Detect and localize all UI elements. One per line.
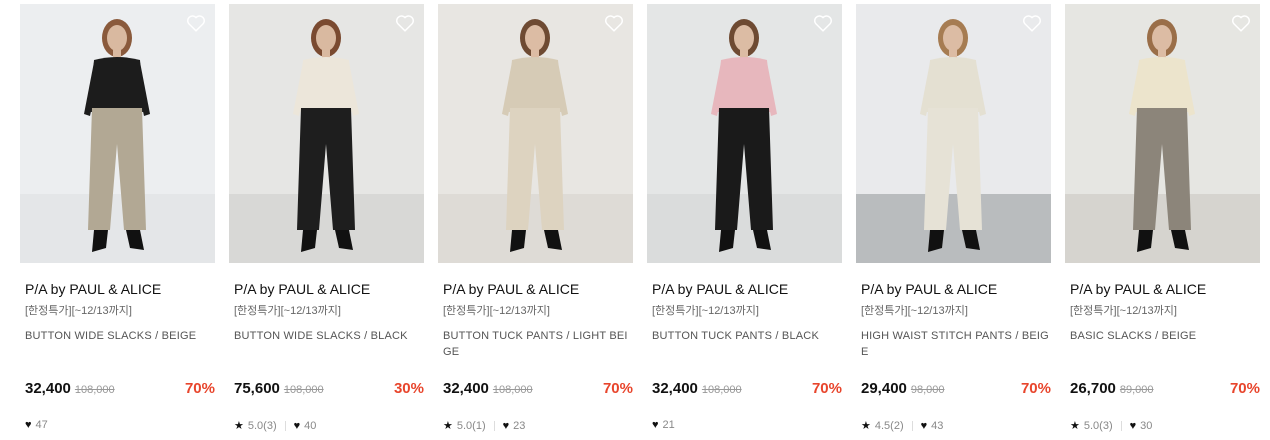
product-grid: P/A by PAUL & ALICE [한정특가][~12/13까지] BUT… — [20, 4, 1260, 432]
original-price: 108,000 — [74, 384, 115, 396]
promo-tag: [한정특가][~12/13까지] — [443, 305, 550, 317]
star-icon: ★ — [861, 420, 871, 432]
promo-tag: [한정특가][~12/13까지] — [1070, 305, 1177, 317]
heart-outline-icon[interactable] — [603, 12, 625, 34]
price-row: 29,400 98,000 70% — [861, 380, 1051, 397]
product-photo-svg — [856, 4, 1051, 263]
meta-divider — [493, 420, 495, 431]
heart-outline-icon[interactable] — [812, 12, 834, 34]
original-price: 108,000 — [283, 384, 324, 396]
product-meta: ★ 5.0(1) ♥ 23 — [443, 419, 526, 433]
product-name[interactable]: BUTTON WIDE SLACKS / BEIGE — [25, 328, 215, 360]
product-photo-svg — [1065, 4, 1260, 263]
product-meta: ★ 5.0(3) ♥ 40 — [234, 419, 317, 433]
discount-rate: 30% — [393, 380, 424, 397]
rating-value: 5.0(3) — [1083, 419, 1113, 432]
like-count: 43 — [931, 419, 944, 432]
product-image[interactable] — [229, 4, 424, 263]
product-name[interactable]: BUTTON TUCK PANTS / LIGHT BEIGE — [443, 328, 633, 360]
product-image[interactable] — [856, 4, 1051, 263]
heart-filled-icon: ♥ — [293, 419, 301, 432]
original-price: 89,000 — [1119, 384, 1154, 396]
sale-price: 32,400 — [652, 380, 698, 397]
price-row: 32,400 108,000 70% — [25, 380, 215, 397]
brand-name[interactable]: P/A by PAUL & ALICE — [861, 281, 1051, 297]
sale-price: 32,400 — [25, 380, 71, 397]
sale-price: 29,400 — [861, 380, 907, 397]
product-name[interactable]: BUTTON TUCK PANTS / BLACK — [652, 328, 842, 360]
discount-rate: 70% — [602, 380, 633, 397]
original-price: 108,000 — [701, 384, 742, 396]
product-photo-svg — [647, 4, 842, 263]
discount-rate: 70% — [184, 380, 215, 397]
brand-name[interactable]: P/A by PAUL & ALICE — [652, 281, 842, 297]
product-photo-svg — [229, 4, 424, 263]
sale-price: 75,600 — [234, 380, 280, 397]
product-photo-svg — [438, 4, 633, 263]
product-card[interactable]: P/A by PAUL & ALICE [한정특가][~12/13까지] HIG… — [856, 4, 1051, 432]
discount-rate: 70% — [811, 380, 842, 397]
product-image[interactable] — [647, 4, 842, 263]
meta-divider — [284, 420, 286, 431]
product-card[interactable]: P/A by PAUL & ALICE [한정특가][~12/13까지] BUT… — [229, 4, 424, 432]
product-card[interactable]: P/A by PAUL & ALICE [한정특가][~12/13까지] BAS… — [1065, 4, 1260, 432]
product-image[interactable] — [438, 4, 633, 263]
price-row: 26,700 89,000 70% — [1070, 380, 1260, 397]
heart-filled-icon: ♥ — [652, 419, 659, 431]
meta-divider — [911, 420, 913, 431]
brand-name[interactable]: P/A by PAUL & ALICE — [234, 281, 424, 297]
like-count: 40 — [304, 419, 317, 432]
product-meta: ★ 4.5(2) ♥ 43 — [861, 419, 944, 433]
price-row: 32,400 108,000 70% — [652, 380, 842, 397]
product-card[interactable]: P/A by PAUL & ALICE [한정특가][~12/13까지] BUT… — [438, 4, 633, 432]
discount-rate: 70% — [1229, 380, 1260, 397]
heart-filled-icon: ♥ — [920, 419, 928, 432]
like-count: 30 — [1140, 419, 1153, 432]
product-image[interactable] — [20, 4, 215, 263]
price-row: 75,600 108,000 30% — [234, 380, 424, 397]
star-icon: ★ — [1070, 420, 1080, 432]
heart-outline-icon[interactable] — [1230, 12, 1252, 34]
product-meta: ★ 5.0(3) ♥ 30 — [1070, 419, 1153, 433]
product-name[interactable]: BASIC SLACKS / BEIGE — [1070, 328, 1260, 360]
heart-filled-icon: ♥ — [1129, 419, 1137, 432]
promo-tag: [한정특가][~12/13까지] — [25, 305, 132, 317]
price-row: 32,400 108,000 70% — [443, 380, 633, 397]
original-price: 108,000 — [492, 384, 533, 396]
promo-tag: [한정특가][~12/13까지] — [652, 305, 759, 317]
like-count: 23 — [513, 419, 526, 432]
heart-outline-icon[interactable] — [1021, 12, 1043, 34]
heart-filled-icon: ♥ — [25, 419, 32, 431]
product-card[interactable]: P/A by PAUL & ALICE [한정특가][~12/13까지] BUT… — [20, 4, 215, 431]
like-count: 21 — [662, 419, 675, 431]
product-meta: ♥ 47 — [25, 419, 48, 431]
sale-price: 26,700 — [1070, 380, 1116, 397]
promo-tag: [한정특가][~12/13까지] — [234, 305, 341, 317]
brand-name[interactable]: P/A by PAUL & ALICE — [443, 281, 633, 297]
product-name[interactable]: HIGH WAIST STITCH PANTS / BEIGE — [861, 328, 1051, 360]
product-image[interactable] — [1065, 4, 1260, 263]
discount-rate: 70% — [1020, 380, 1051, 397]
rating-value: 4.5(2) — [874, 419, 904, 432]
meta-divider — [1120, 420, 1122, 431]
product-card[interactable]: P/A by PAUL & ALICE [한정특가][~12/13까지] BUT… — [647, 4, 842, 431]
star-icon: ★ — [443, 420, 453, 432]
rating-value: 5.0(3) — [247, 419, 277, 432]
original-price: 98,000 — [910, 384, 945, 396]
heart-outline-icon[interactable] — [185, 12, 207, 34]
like-count: 47 — [35, 419, 48, 431]
promo-tag: [한정특가][~12/13까지] — [861, 305, 968, 317]
sale-price: 32,400 — [443, 380, 489, 397]
rating-value: 5.0(1) — [456, 419, 486, 432]
brand-name[interactable]: P/A by PAUL & ALICE — [25, 281, 215, 297]
star-icon: ★ — [234, 420, 244, 432]
brand-name[interactable]: P/A by PAUL & ALICE — [1070, 281, 1260, 297]
product-photo-svg — [20, 4, 215, 263]
heart-outline-icon[interactable] — [394, 12, 416, 34]
product-meta: ♥ 21 — [652, 419, 675, 431]
product-name[interactable]: BUTTON WIDE SLACKS / BLACK — [234, 328, 424, 360]
heart-filled-icon: ♥ — [502, 419, 510, 432]
